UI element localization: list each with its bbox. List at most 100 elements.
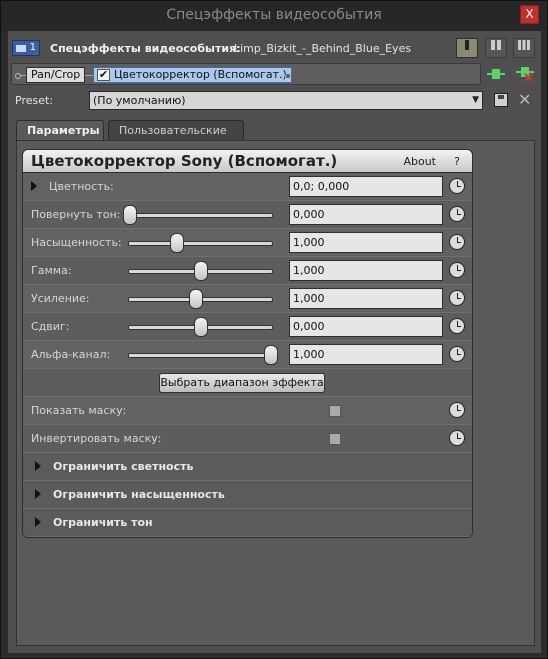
- track-icon: [16, 45, 26, 52]
- animate-icon[interactable]: [449, 346, 465, 362]
- plugin-header: Цветокорректор Sony (Вспомогат.) About ?: [23, 150, 472, 173]
- expand-arrow-icon: [35, 489, 41, 499]
- plugin-enable-checkbox[interactable]: ✔: [97, 69, 110, 81]
- param-label: Альфа-канал:: [31, 348, 111, 361]
- param-slider-thumb[interactable]: [193, 261, 208, 281]
- range-row: Выбрать диапазон эффекта: [23, 369, 472, 397]
- param-row-gamma: Гамма: 1,000: [23, 257, 472, 285]
- invert-mask-checkbox[interactable]: [329, 433, 341, 445]
- grid-view-icon: [518, 40, 530, 50]
- group-label: Ограничить насыщенность: [53, 488, 225, 501]
- animate-icon[interactable]: [449, 318, 465, 334]
- chain-connector: [85, 75, 93, 76]
- param-row-hue: Повернуть тон: 0,000: [23, 201, 472, 229]
- remove-plugin-icon[interactable]: [515, 65, 535, 83]
- split-view-icon: [490, 40, 501, 50]
- save-preset-icon[interactable]: [494, 93, 508, 107]
- animate-icon[interactable]: [449, 430, 465, 446]
- param-label: Цветность:: [49, 180, 114, 193]
- param-label: Усиление:: [31, 292, 90, 305]
- animate-icon[interactable]: [449, 290, 465, 306]
- param-value-input[interactable]: 0,000: [289, 316, 443, 337]
- preset-dropdown[interactable]: (По умолчанию) ▼: [89, 91, 483, 110]
- expand-arrow-icon[interactable]: [31, 181, 37, 191]
- param-value-input[interactable]: 0,000: [289, 204, 443, 225]
- window-title: Спецэффекты видеособытия: [166, 7, 382, 23]
- single-view-icon: [465, 40, 469, 50]
- param-row-offset: Сдвиг: 0,000: [23, 313, 472, 341]
- param-slider-track[interactable]: [128, 241, 273, 246]
- group-limit-luminance[interactable]: Ограничить светность: [23, 453, 472, 481]
- animate-icon[interactable]: [449, 178, 465, 194]
- group-label: Ограничить тон: [53, 516, 153, 529]
- tab-parameters[interactable]: Параметры: [16, 120, 104, 141]
- tab-custom[interactable]: Пользовательские: [108, 120, 244, 141]
- group-limit-hue[interactable]: Ограничить тон: [23, 509, 472, 537]
- param-slider-thumb[interactable]: [123, 205, 137, 225]
- param-label: Повернуть тон:: [31, 208, 121, 221]
- animate-icon[interactable]: [449, 262, 465, 278]
- fx-label: Спецэффекты видеособытия:: [50, 42, 241, 55]
- param-slider-thumb[interactable]: [189, 289, 204, 309]
- param-row-alpha: Альфа-канал: 1,000: [23, 341, 472, 369]
- animate-icon[interactable]: [449, 234, 465, 250]
- param-label: Показать маску:: [31, 404, 127, 417]
- chain-remove-icon: [516, 67, 534, 82]
- show-mask-row: Показать маску:: [23, 397, 472, 425]
- window: Спецэффекты видеособытия X 1 Спецэффекты…: [0, 0, 548, 659]
- param-value-input[interactable]: 1,000: [289, 288, 443, 309]
- animate-icon[interactable]: [449, 402, 465, 418]
- grid-view-button[interactable]: [513, 38, 535, 58]
- group-label: Ограничить светность: [53, 460, 194, 473]
- invert-mask-row: Инвертировать маску:: [23, 425, 472, 453]
- param-slider-thumb[interactable]: [264, 345, 278, 365]
- title-bar: Спецэффекты видеособытия X: [1, 1, 547, 31]
- chain-plugin-color-corrector[interactable]: ✔ Цветокорректор (Вспомогат.): [93, 67, 292, 83]
- param-value-input[interactable]: 1,000: [289, 232, 443, 253]
- single-view-button[interactable]: [456, 38, 478, 58]
- chain-strip: Pan/Crop ✔ Цветокорректор (Вспомогат.): [11, 63, 481, 85]
- expand-arrow-icon: [35, 517, 41, 527]
- plugin-chain-icon[interactable]: [486, 67, 506, 85]
- group-limit-saturation[interactable]: Ограничить насыщенность: [23, 481, 472, 509]
- chain-end-dot: [285, 73, 291, 79]
- chain-plugin-label: Цветокорректор (Вспомогат.): [114, 68, 287, 81]
- param-label: Инвертировать маску:: [31, 432, 162, 445]
- animate-icon[interactable]: [449, 206, 465, 222]
- param-label: Насыщенность:: [31, 236, 122, 249]
- param-row-saturation: Насыщенность: 1,000: [23, 229, 472, 257]
- split-view-button[interactable]: [484, 38, 507, 58]
- plugin-chain: Pan/Crop ✔ Цветокорректор (Вспомогат.): [8, 63, 541, 85]
- expand-arrow-icon: [35, 461, 41, 471]
- param-value-input[interactable]: 0,0; 0,000: [289, 176, 443, 197]
- delete-preset-icon[interactable]: ✕: [518, 90, 531, 110]
- param-label: Сдвиг:: [31, 320, 70, 333]
- preset-label: Preset:: [15, 94, 54, 107]
- param-slider-track[interactable]: [128, 353, 273, 358]
- chain-add-icon: [486, 69, 505, 79]
- view-buttons: [453, 38, 535, 58]
- help-link[interactable]: ?: [454, 155, 460, 168]
- plugin-panel: Цветокорректор Sony (Вспомогат.) About ?…: [22, 149, 473, 538]
- select-effect-range-button[interactable]: Выбрать диапазон эффекта: [159, 373, 325, 393]
- param-slider-thumb[interactable]: [169, 233, 184, 253]
- track-badge[interactable]: 1: [12, 40, 40, 56]
- close-button[interactable]: X: [520, 5, 539, 24]
- param-slider-thumb[interactable]: [193, 317, 208, 337]
- client-area: 1 Спецэффекты видеособытия: Limp_Bizkit_…: [8, 31, 541, 653]
- param-value-input[interactable]: 1,000: [289, 260, 443, 281]
- chain-plugin-pan-crop[interactable]: Pan/Crop: [26, 67, 86, 83]
- about-link[interactable]: About: [403, 155, 436, 168]
- chain-start-dot: [15, 73, 21, 79]
- param-row-gain: Усиление: 1,000: [23, 285, 472, 313]
- chevron-down-icon: ▼: [472, 95, 479, 105]
- preset-row: Preset: (По умолчанию) ▼ ✕: [8, 90, 541, 112]
- param-value-input[interactable]: 1,000: [289, 344, 443, 365]
- event-name: Limp_Bizkit_-_Behind_Blue_Eyes: [234, 42, 412, 55]
- param-slider-track[interactable]: [128, 213, 273, 218]
- show-mask-checkbox[interactable]: [329, 405, 341, 417]
- toolbar: 1 Спецэффекты видеособытия: Limp_Bizkit_…: [8, 37, 541, 59]
- chain-icons: [480, 65, 536, 85]
- preset-value: (По умолчанию): [93, 94, 186, 107]
- track-number: 1: [29, 42, 36, 53]
